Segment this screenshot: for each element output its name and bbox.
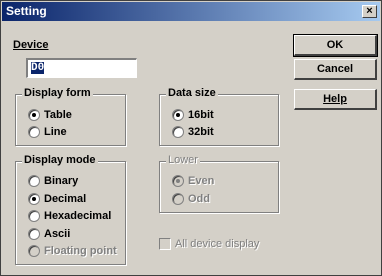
all-device-display-label: All device display bbox=[175, 238, 260, 250]
radio-icon bbox=[28, 210, 40, 222]
radio-binary-label: Binary bbox=[44, 175, 79, 187]
radio-odd: Odd bbox=[172, 193, 210, 205]
radio-32bit[interactable]: 32bit bbox=[172, 126, 214, 138]
radio-icon bbox=[28, 228, 40, 240]
radio-hexadecimal[interactable]: Hexadecimal bbox=[28, 210, 111, 222]
radio-floating-point: Floating point bbox=[28, 245, 117, 257]
radio-table-label: Table bbox=[44, 109, 72, 121]
radio-16bit[interactable]: 16bit bbox=[172, 109, 214, 121]
ok-button[interactable]: OK bbox=[293, 34, 378, 57]
all-device-display-checkbox: All device display bbox=[159, 238, 259, 250]
lower-group: Lower Even Odd bbox=[159, 154, 279, 213]
radio-icon bbox=[172, 126, 184, 138]
radio-icon bbox=[172, 193, 184, 205]
setting-dialog: Setting × Device D0 OK Cancel Help Displ… bbox=[0, 0, 382, 276]
radio-even-label: Even bbox=[188, 175, 215, 187]
checkbox-icon bbox=[159, 238, 171, 250]
radio-icon bbox=[28, 245, 40, 257]
device-input[interactable]: D0 bbox=[26, 58, 137, 78]
radio-odd-label: Odd bbox=[188, 193, 210, 205]
radio-hexadecimal-label: Hexadecimal bbox=[44, 210, 112, 222]
device-value: D0 bbox=[31, 62, 45, 74]
radio-icon bbox=[28, 175, 40, 187]
help-button-label: Help bbox=[323, 93, 347, 105]
radio-icon bbox=[28, 126, 40, 138]
help-button[interactable]: Help bbox=[294, 89, 377, 110]
data-size-group: Data size 16bit 32bit bbox=[159, 87, 279, 146]
window-title: Setting bbox=[6, 4, 47, 18]
radio-floating-point-label: Floating point bbox=[44, 245, 117, 257]
display-mode-title: Display mode bbox=[22, 154, 98, 166]
radio-binary[interactable]: Binary bbox=[28, 175, 78, 187]
radio-table[interactable]: Table bbox=[28, 109, 72, 121]
close-icon[interactable]: × bbox=[362, 5, 377, 18]
radio-selected-icon bbox=[172, 109, 184, 121]
radio-even: Even bbox=[172, 175, 214, 187]
display-form-title: Display form bbox=[22, 87, 93, 99]
display-mode-group: Display mode Binary Decimal Hexadecimal … bbox=[15, 154, 126, 265]
radio-16bit-label: 16bit bbox=[188, 109, 214, 121]
radio-ascii[interactable]: Ascii bbox=[28, 228, 70, 240]
data-size-title: Data size bbox=[166, 87, 218, 99]
device-label-text: Device bbox=[13, 39, 49, 51]
radio-decimal[interactable]: Decimal bbox=[28, 193, 86, 205]
radio-line-label: Line bbox=[44, 126, 67, 138]
radio-32bit-label: 32bit bbox=[188, 126, 214, 138]
title-bar: Setting × bbox=[2, 2, 380, 21]
radio-line[interactable]: Line bbox=[28, 126, 67, 138]
device-label: Device bbox=[13, 39, 48, 51]
display-form-group: Display form Table Line bbox=[15, 87, 126, 146]
radio-selected-icon bbox=[28, 109, 40, 121]
lower-title: Lower bbox=[166, 154, 200, 166]
radio-ascii-label: Ascii bbox=[44, 228, 71, 240]
cancel-button[interactable]: Cancel bbox=[294, 59, 377, 80]
radio-selected-icon bbox=[28, 193, 40, 205]
radio-decimal-label: Decimal bbox=[44, 193, 87, 205]
radio-selected-icon bbox=[172, 175, 184, 187]
